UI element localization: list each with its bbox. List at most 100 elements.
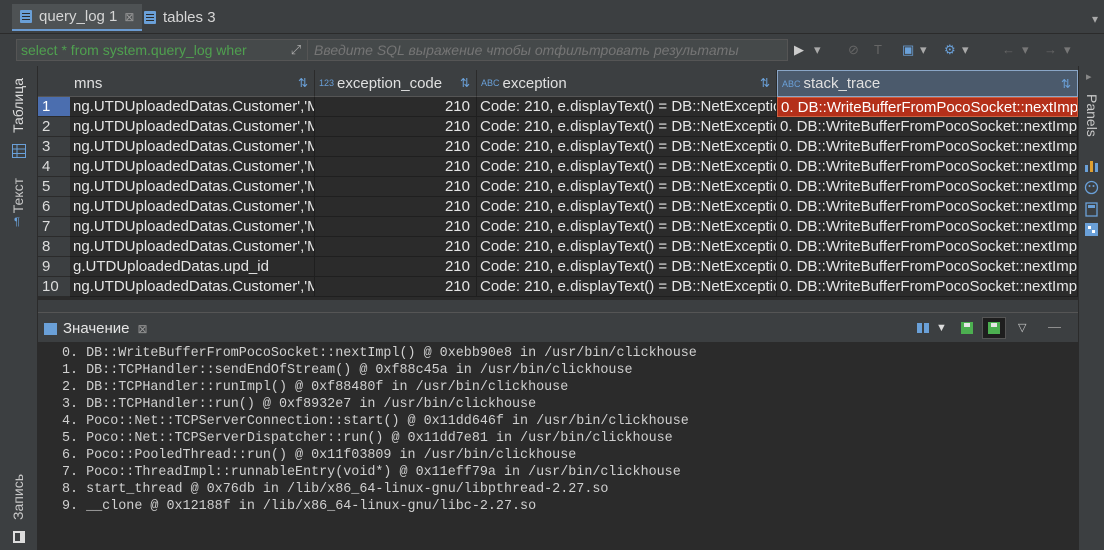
sort-filter-icon[interactable]: ⇅ xyxy=(298,76,308,90)
row-number[interactable]: 1 xyxy=(38,97,70,117)
table-cell[interactable]: ng.UTDUploadedDatas.Customer','M xyxy=(70,117,315,137)
table-row[interactable]: 3 ng.UTDUploadedDatas.Customer','M 210 Code… xyxy=(38,137,1078,157)
calculator-icon[interactable] xyxy=(1084,202,1099,217)
table-cell[interactable]: 210 xyxy=(315,177,477,197)
table-cell[interactable]: 0. DB::WriteBufferFromPocoSocket::nextIm… xyxy=(777,97,1078,117)
table-cell[interactable]: 210 xyxy=(315,137,477,157)
table-cell[interactable]: Code: 210, e.displayText() = DB::NetExce… xyxy=(477,157,777,177)
table-cell[interactable]: 0. DB::WriteBufferFromPocoSocket::nextIm… xyxy=(777,197,1078,217)
table-row[interactable]: 4 ng.UTDUploadedDatas.Customer','M 210 Code… xyxy=(38,157,1078,177)
viewer-menu-icon[interactable]: ▼ xyxy=(936,322,947,334)
save-filter-menu-icon[interactable]: ▾ xyxy=(920,42,927,58)
table-cell[interactable]: ng.UTDUploadedDatas.Customer','M xyxy=(70,217,315,237)
row-number[interactable]: 2 xyxy=(38,117,70,137)
auto-apply-toggle[interactable] xyxy=(982,317,1006,339)
table-cell[interactable]: 210 xyxy=(315,117,477,137)
table-cell[interactable]: ng.UTDUploadedDatas.Customer','M xyxy=(70,97,315,117)
row-number[interactable]: 3 xyxy=(38,137,70,157)
table-cell[interactable]: 210 xyxy=(315,97,477,117)
filter-input[interactable] xyxy=(307,40,787,60)
table-cell[interactable]: Code: 210, e.displayText() = DB::NetExce… xyxy=(477,137,777,157)
tab-table-view[interactable]: Таблица xyxy=(10,78,26,133)
table-cell[interactable]: Code: 210, e.displayText() = DB::NetExce… xyxy=(477,97,777,117)
column-header-stack-trace[interactable]: ABC stack_trace ⇅ xyxy=(777,70,1078,97)
tab-text-view[interactable]: Текст xyxy=(10,178,26,213)
table-cell[interactable]: 0. DB::WriteBufferFromPocoSocket::nextIm… xyxy=(777,257,1078,277)
row-number[interactable]: 8 xyxy=(38,237,70,257)
table-cell[interactable]: 210 xyxy=(315,217,477,237)
close-tab-icon[interactable]: ⊠ xyxy=(124,10,134,24)
tab-record-view[interactable]: Запись xyxy=(10,474,26,520)
table-cell[interactable]: Code: 210, e.displayText() = DB::NetExce… xyxy=(477,177,777,197)
table-cell[interactable]: ng.UTDUploadedDatas.Customer','M xyxy=(70,197,315,217)
expand-icon[interactable]: ⤢ xyxy=(285,42,307,58)
settings-icon[interactable]: ⚙ xyxy=(944,42,956,58)
table-cell[interactable]: ng.UTDUploadedDatas.Customer','M xyxy=(70,237,315,257)
close-panel-icon[interactable]: ⊠ xyxy=(138,322,148,336)
table-row[interactable]: 10 ng.UTDUploadedDatas.Customer','M 210 Cod… xyxy=(38,277,1078,297)
table-cell[interactable]: ng.UTDUploadedDatas.Customer','M xyxy=(70,137,315,157)
table-cell[interactable]: 0. DB::WriteBufferFromPocoSocket::nextIm… xyxy=(777,277,1078,297)
tabs-menu-icon[interactable]: ▾ xyxy=(1092,12,1098,26)
content-viewer-icon[interactable] xyxy=(916,321,930,335)
sort-filter-icon[interactable]: ⇅ xyxy=(460,76,470,90)
table-cell[interactable]: Code: 210, e.displayText() = DB::NetExce… xyxy=(477,237,777,257)
table-row[interactable]: 7 ng.UTDUploadedDatas.Customer','M 210 Code… xyxy=(38,217,1078,237)
sort-filter-icon[interactable]: ⇅ xyxy=(760,76,770,90)
table-cell[interactable]: 0. DB::WriteBufferFromPocoSocket::nextIm… xyxy=(777,217,1078,237)
row-number[interactable]: 10 xyxy=(38,277,70,297)
table-row[interactable]: 1 ng.UTDUploadedDatas.Customer','M 210 Code… xyxy=(38,97,1078,117)
smile-icon[interactable] xyxy=(1084,180,1099,195)
table-row[interactable]: 9 g.UTDUploadedDatas.upd_id 210 Code: 210, … xyxy=(38,257,1078,277)
table-cell[interactable]: 210 xyxy=(315,157,477,177)
sort-filter-icon[interactable]: T xyxy=(874,42,882,57)
table-cell[interactable]: 210 xyxy=(315,197,477,217)
table-cell[interactable]: ng.UTDUploadedDatas.Customer','M xyxy=(70,277,315,297)
row-number[interactable]: 9 xyxy=(38,257,70,277)
column-header-columns[interactable]: mns ⇅ xyxy=(70,70,315,97)
row-number[interactable]: 4 xyxy=(38,157,70,177)
table-cell[interactable]: 0. DB::WriteBufferFromPocoSocket::nextIm… xyxy=(777,177,1078,197)
row-number[interactable]: 7 xyxy=(38,217,70,237)
filter-history-icon[interactable]: ▾ xyxy=(814,42,821,58)
table-cell[interactable]: 210 xyxy=(315,257,477,277)
table-cell[interactable]: ng.UTDUploadedDatas.Customer','M xyxy=(70,157,315,177)
table-cell[interactable]: 0. DB::WriteBufferFromPocoSocket::nextIm… xyxy=(777,137,1078,157)
apply-filter-icon[interactable]: ▶ xyxy=(794,42,804,58)
back-menu-icon[interactable]: ▾ xyxy=(1022,42,1029,58)
forward-icon[interactable]: → xyxy=(1044,42,1057,57)
table-cell[interactable]: Code: 210, e.displayText() = DB::NetExce… xyxy=(477,217,777,237)
table-cell[interactable]: Code: 210, e.displayText() = DB::NetExce… xyxy=(477,277,777,297)
table-row[interactable]: 5 ng.UTDUploadedDatas.Customer','M 210 Code… xyxy=(38,177,1078,197)
clear-filter-icon[interactable]: ⊘ xyxy=(848,42,859,58)
table-row[interactable]: 2 ng.UTDUploadedDatas.Customer','M 210 Code… xyxy=(38,117,1078,137)
table-cell[interactable]: Code: 210, e.displayText() = DB::NetExce… xyxy=(477,257,777,277)
tab-query-log[interactable]: query_log 1 ⊠ xyxy=(12,4,143,31)
table-cell[interactable]: g.UTDUploadedDatas.upd_id xyxy=(70,257,315,277)
row-number[interactable]: 6 xyxy=(38,197,70,217)
query-text[interactable]: select * from system.query_log wher xyxy=(17,42,285,58)
back-icon[interactable]: ← xyxy=(1002,42,1015,57)
table-cell[interactable]: 210 xyxy=(315,237,477,257)
value-panel-tab[interactable]: Значение ⊠ xyxy=(44,320,148,337)
tab-panels[interactable]: Panels xyxy=(1084,94,1100,137)
row-number[interactable]: 5 xyxy=(38,177,70,197)
table-cell[interactable]: 0. DB::WriteBufferFromPocoSocket::nextIm… xyxy=(777,237,1078,257)
table-row[interactable]: 8 ng.UTDUploadedDatas.Customer','M 210 Code… xyxy=(38,237,1078,257)
table-cell[interactable]: ng.UTDUploadedDatas.Customer','M xyxy=(70,177,315,197)
table-cell[interactable]: Code: 210, e.displayText() = DB::NetExce… xyxy=(477,197,777,217)
table-cell[interactable]: Code: 210, e.displayText() = DB::NetExce… xyxy=(477,117,777,137)
minimize-icon[interactable]: — xyxy=(1048,319,1061,334)
save-icon[interactable] xyxy=(960,321,974,335)
table-cell[interactable]: 0. DB::WriteBufferFromPocoSocket::nextIm… xyxy=(777,157,1078,177)
grid-panel-icon[interactable] xyxy=(1084,222,1099,237)
save-filter-icon[interactable]: ▣ xyxy=(902,42,914,58)
column-header-exception-code[interactable]: 123 exception_code ⇅ xyxy=(315,70,477,97)
table-cell[interactable]: 210 xyxy=(315,277,477,297)
panel-menu-icon[interactable]: ▽ xyxy=(1018,321,1026,334)
forward-menu-icon[interactable]: ▾ xyxy=(1064,42,1071,58)
value-content[interactable]: 0. DB::WriteBufferFromPocoSocket::nextIm… xyxy=(62,345,697,515)
sort-filter-icon[interactable]: ⇅ xyxy=(1061,77,1071,91)
panels-handle-icon[interactable]: ▸ xyxy=(1086,70,1092,83)
column-header-exception[interactable]: ABC exception ⇅ xyxy=(477,70,777,97)
